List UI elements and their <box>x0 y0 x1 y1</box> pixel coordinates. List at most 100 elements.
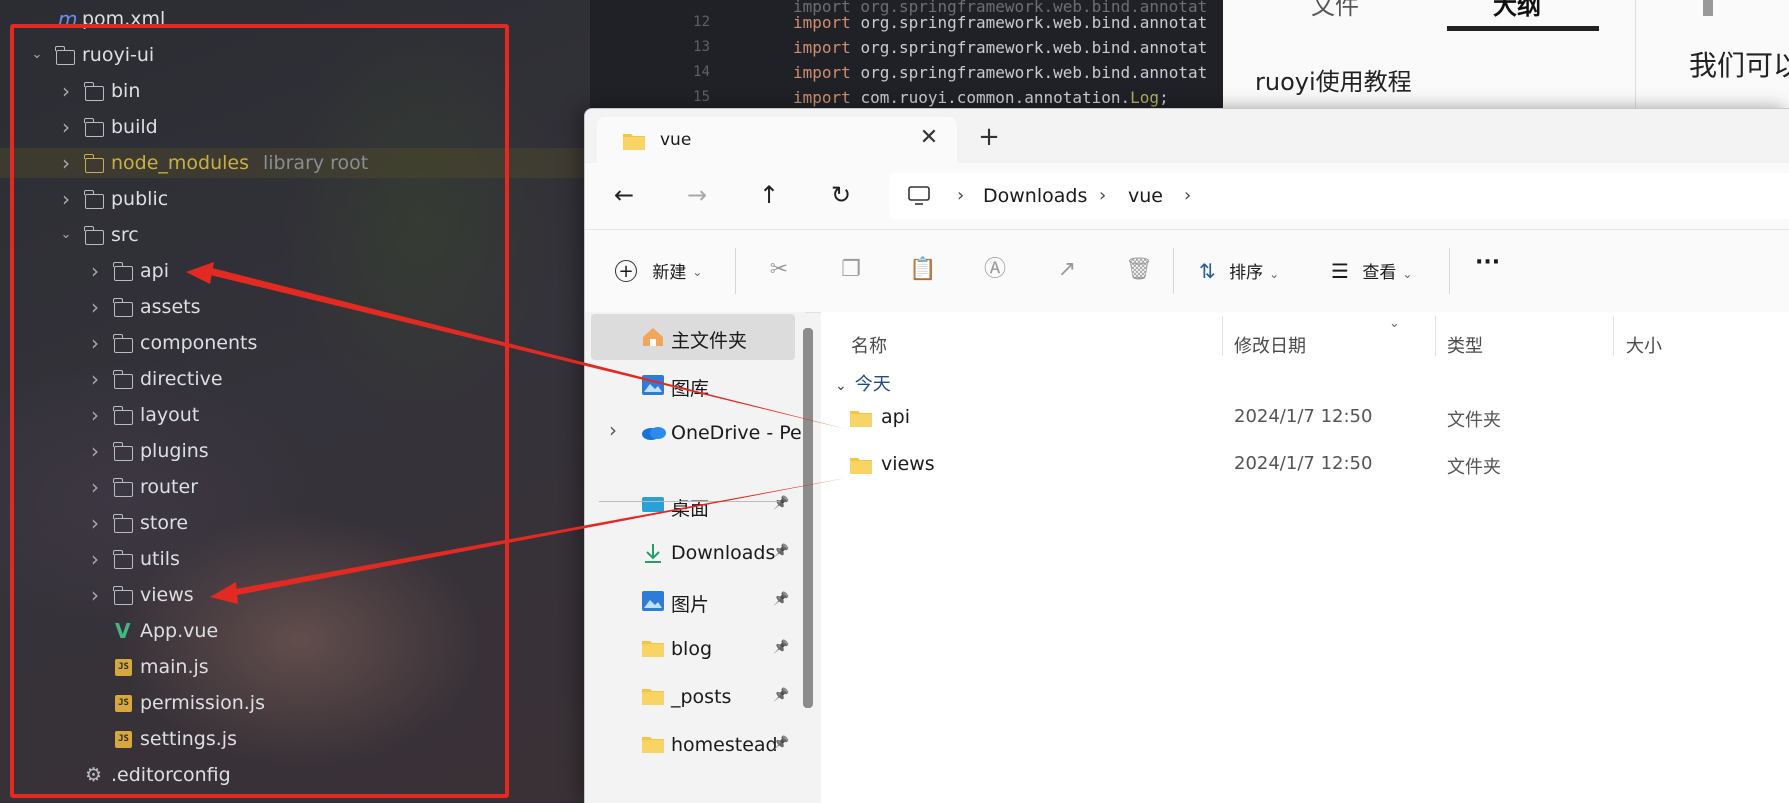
new-tab-button[interactable]: + <box>977 124 1001 150</box>
sidebar-item-label: Downloads <box>671 542 776 564</box>
sidebar-item-label: homestead <box>671 734 778 756</box>
line-number: 12 <box>693 14 710 30</box>
desktop-icon <box>641 494 665 516</box>
list-view-icon: ☰ <box>1331 259 1349 283</box>
sidebar-item-9[interactable]: homestead 📌 <box>591 722 795 768</box>
sort-label: 排序 <box>1229 263 1264 283</box>
close-icon[interactable]: ✕ <box>917 126 941 150</box>
notes-tab-files[interactable]: 文件 <box>1311 0 1359 21</box>
pin-icon[interactable]: 📌 <box>773 496 789 511</box>
breadcrumb-downloads[interactable]: Downloads <box>983 185 1087 207</box>
line-number: 13 <box>693 39 710 55</box>
sidebar-item-1[interactable]: 主文件夹 <box>591 314 795 360</box>
sort-button[interactable]: ⇅ 排序 ⌄ <box>1199 258 1279 283</box>
line-number: 15 <box>693 89 710 105</box>
folder-icon <box>623 134 645 150</box>
file-explorer-window: vue ✕ + ← → ↑ ↻ › Downloads › vue › + 新建… <box>584 108 1789 803</box>
column-header-type[interactable]: 类型 <box>1447 332 1483 358</box>
download-icon <box>641 542 665 564</box>
file-modified: 2024/1/7 12:50 <box>1234 406 1373 427</box>
rename-icon[interactable]: Ⓐ <box>981 256 1009 284</box>
group-header-today[interactable]: ⌄ 今天 <box>835 370 891 396</box>
file-name: api <box>881 406 910 428</box>
chevron-right-icon: › <box>1184 185 1192 206</box>
delete-icon[interactable]: 🗑 <box>1125 256 1153 284</box>
up-button[interactable]: ↑ <box>751 177 787 213</box>
sidebar-item-7[interactable]: blog 📌 <box>591 626 795 672</box>
code-keyword: import <box>793 13 851 32</box>
folder-icon <box>641 686 665 708</box>
divider <box>599 501 779 502</box>
code-keyword: import <box>793 88 851 107</box>
sidebar-item-6[interactable]: 图片 📌 <box>591 578 795 624</box>
chevron-down-icon: ⌄ <box>1402 267 1413 281</box>
pin-icon[interactable]: 📌 <box>773 688 789 703</box>
column-header-name[interactable]: 名称 <box>851 332 887 358</box>
forward-button[interactable]: → <box>679 177 715 213</box>
pin-icon[interactable]: 📌 <box>773 544 789 559</box>
ide-project-tree: m pom.xml ⌄ ruoyi-ui › bin › build › node_modules… <box>0 0 590 802</box>
chevron-down-icon: ⌄ <box>835 378 847 394</box>
view-label: 查看 <box>1362 263 1397 283</box>
pin-icon[interactable]: 📌 <box>773 640 789 655</box>
plus-circle-icon: + <box>615 259 637 282</box>
onedrive-icon <box>641 422 666 444</box>
active-tab-indicator <box>1447 26 1599 31</box>
refresh-button[interactable]: ↻ <box>823 177 859 213</box>
this-pc-icon <box>908 186 930 205</box>
cut-icon[interactable]: ✂ <box>765 256 793 284</box>
code-editor: import org.springframework.web.bind.anno… <box>590 0 1223 108</box>
folder-icon <box>849 455 873 474</box>
tab-title: vue <box>660 130 692 150</box>
explorer-tab[interactable]: vue ✕ <box>597 117 957 163</box>
chevron-right-icon[interactable]: › <box>609 418 617 442</box>
file-list: 名称 ⌄ 修改日期 类型 大小 ⌄ 今天 api 2024/1/7 12:50 文件夹… <box>821 312 1789 803</box>
file-type: 文件夹 <box>1447 410 1501 431</box>
code-text: org.springframework.web.bind.annotat <box>860 13 1208 32</box>
code-keyword: import <box>793 38 851 57</box>
sidebar-item-label: OneDrive - Per <box>671 422 810 444</box>
sidebar-item-3[interactable]: › OneDrive - Per <box>591 410 810 456</box>
file-row[interactable]: api 2024/1/7 12:50 文件夹 <box>821 398 1789 438</box>
sort-icon: ⇅ <box>1199 259 1216 283</box>
code-text: org.springframework.web.bind.annotat <box>860 63 1208 82</box>
file-row[interactable]: views 2024/1/7 12:50 文件夹 <box>821 445 1789 485</box>
notes-tab-outline[interactable]: 大纲 <box>1493 0 1541 21</box>
back-button[interactable]: ← <box>606 177 642 213</box>
chevron-down-icon: ⌄ <box>692 264 703 279</box>
paste-icon[interactable]: 📋 <box>909 256 937 284</box>
sidebar-item-8[interactable]: _posts 📌 <box>591 674 795 720</box>
column-header-modified[interactable]: 修改日期 <box>1234 332 1306 358</box>
pin-icon[interactable]: 📌 <box>773 592 789 607</box>
sidebar-item-label: 图片 <box>671 594 710 616</box>
file-name: views <box>881 453 935 475</box>
chevron-right-icon: › <box>1099 185 1107 206</box>
navigation-bar: ← → ↑ ↻ › Downloads › vue › <box>585 163 1789 229</box>
column-header-size[interactable]: 大小 <box>1626 332 1662 358</box>
command-bar: + 新建 ⌄ ✂ ❐ 📋 Ⓐ ↗ 🗑 ⇅ 排序 ⌄ ☰ 查看 ⌄ ··· <box>585 229 1789 313</box>
chevron-down-icon: ⌄ <box>1269 267 1280 281</box>
new-button[interactable]: + 新建 ⌄ <box>615 258 702 283</box>
new-button-label: 新建 <box>652 263 687 283</box>
divider <box>1635 0 1636 108</box>
share-icon[interactable]: ↗ <box>1053 256 1081 284</box>
code-keyword: import <box>793 63 851 82</box>
address-bar[interactable]: › Downloads › vue › <box>889 173 1789 219</box>
scrollbar[interactable] <box>803 328 813 708</box>
breadcrumb-vue[interactable]: vue <box>1128 185 1163 207</box>
sidebar-item-4[interactable]: 桌面 📌 <box>591 482 795 528</box>
pictures-icon <box>641 590 665 612</box>
copy-icon[interactable]: ❐ <box>837 256 865 284</box>
sidebar-item-5[interactable]: Downloads 📌 <box>591 530 795 576</box>
sidebar-item-label: _posts <box>671 686 732 708</box>
sidebar-item-2[interactable]: 图库 <box>591 362 795 408</box>
view-button[interactable]: ☰ 查看 ⌄ <box>1331 258 1412 283</box>
sidebar-item-label: blog <box>671 638 713 660</box>
gallery-icon <box>641 374 665 396</box>
notes-outline-item[interactable]: ruoyi使用教程 <box>1255 62 1412 97</box>
pin-icon[interactable]: 📌 <box>773 736 789 751</box>
sidebar-item-label: 桌面 <box>671 498 710 520</box>
code-text: org.springframework.web.bind.annotat <box>860 38 1208 57</box>
annotation-red-box <box>10 24 509 798</box>
more-options-button[interactable]: ··· <box>1475 250 1500 275</box>
